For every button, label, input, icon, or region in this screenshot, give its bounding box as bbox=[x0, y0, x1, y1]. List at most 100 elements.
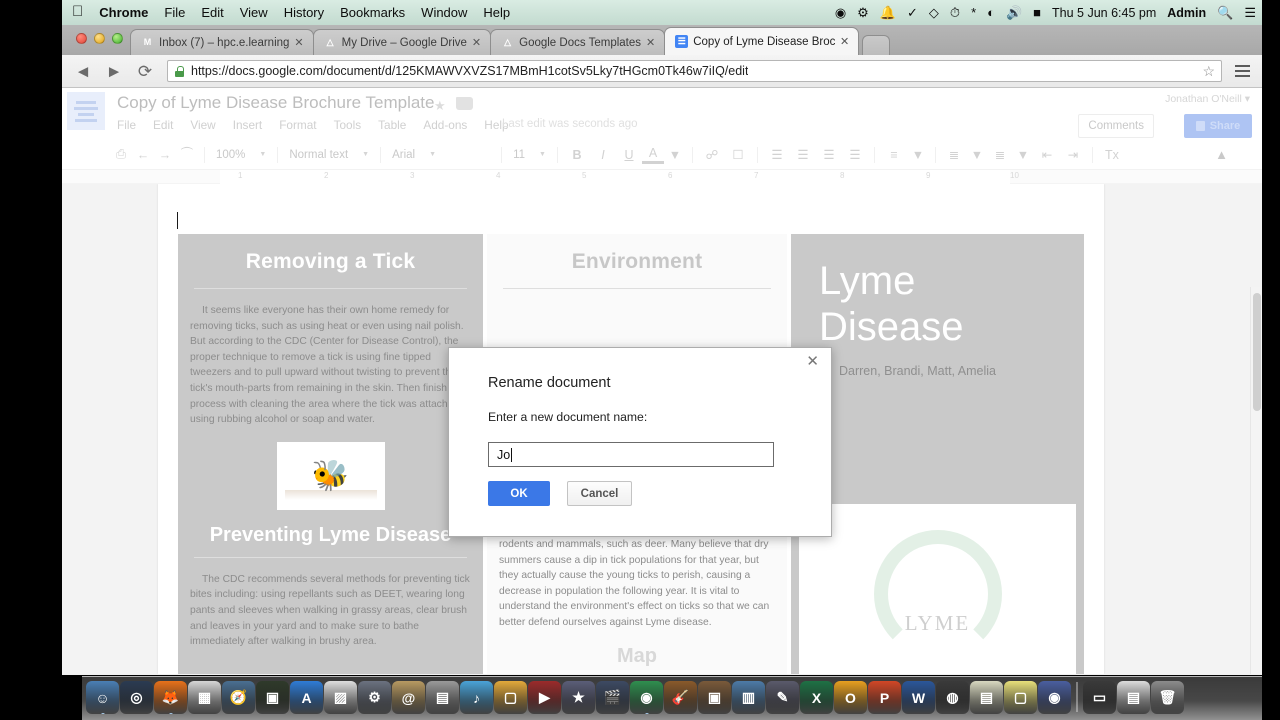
docs-menu-addons[interactable]: Add-ons bbox=[423, 118, 467, 132]
dock-icon-terminal[interactable]: ▣ bbox=[256, 681, 289, 714]
folder-icon[interactable] bbox=[456, 97, 473, 110]
chevron-down-icon[interactable]: ▼ bbox=[1012, 144, 1034, 166]
menubar-clock[interactable]: Thu 5 Jun 6:45 pm bbox=[1052, 6, 1156, 20]
dock-icon-sketch[interactable]: ✎ bbox=[766, 681, 799, 714]
dock-icon-dashboard[interactable]: ◎ bbox=[120, 681, 153, 714]
dock-icon-finder[interactable]: ☺ bbox=[86, 681, 119, 714]
dock-icon-keynote[interactable]: ▥ bbox=[732, 681, 765, 714]
align-left-icon[interactable]: ☰ bbox=[764, 144, 790, 166]
chrome-menu-icon[interactable] bbox=[1235, 65, 1250, 77]
menu-bookmarks[interactable]: Bookmarks bbox=[340, 5, 405, 20]
back-button[interactable]: ◄ bbox=[74, 63, 92, 80]
docs-menu-view[interactable]: View bbox=[190, 118, 215, 132]
scrollbar-thumb[interactable] bbox=[1253, 293, 1261, 411]
dropbox-icon[interactable]: ◇ bbox=[929, 6, 939, 19]
dock-icon-trash[interactable]: 🗑 bbox=[1151, 681, 1184, 714]
font-select[interactable]: Arial ▼ bbox=[387, 149, 495, 161]
tab-my-drive[interactable]: △ My Drive – Google Drive ✕ bbox=[312, 29, 492, 55]
increase-indent-icon[interactable]: ⇥ bbox=[1060, 144, 1086, 166]
bell-icon[interactable]: 🔔 bbox=[880, 6, 896, 19]
docs-menu-table[interactable]: Table bbox=[378, 118, 406, 132]
docs-menu-insert[interactable]: Insert bbox=[233, 118, 263, 132]
dock-icon-word[interactable]: W bbox=[902, 681, 935, 714]
docs-menu-file[interactable]: File bbox=[117, 118, 136, 132]
menu-edit[interactable]: Edit bbox=[201, 5, 223, 20]
menu-history[interactable]: History bbox=[284, 5, 324, 20]
chevron-down-icon[interactable]: ▼ bbox=[664, 144, 686, 166]
line-spacing-icon[interactable]: ≡ bbox=[881, 144, 907, 166]
align-center-icon[interactable]: ☰ bbox=[790, 144, 816, 166]
dock-icon-address-book[interactable]: @ bbox=[392, 681, 425, 714]
timemachine-icon[interactable]: ⏱ bbox=[950, 6, 960, 19]
dock-icon-calculator[interactable]: ▤ bbox=[426, 681, 459, 714]
dock-icon-imovie[interactable]: ★ bbox=[562, 681, 595, 714]
new-tab-button[interactable] bbox=[862, 35, 891, 55]
dock-icon-photo-booth[interactable]: ▣ bbox=[698, 681, 731, 714]
dock-icon-launchpad[interactable]: ▦ bbox=[188, 681, 221, 714]
dock-icon-safari[interactable]: 🧭 bbox=[222, 681, 255, 714]
paint-format-icon[interactable]: ⏜ bbox=[176, 144, 198, 166]
tab-close-icon[interactable]: ✕ bbox=[840, 35, 849, 48]
menu-chrome[interactable]: Chrome bbox=[99, 5, 148, 20]
checkmark-icon[interactable]: ✓ bbox=[907, 6, 918, 19]
menubar-user[interactable]: Admin bbox=[1167, 6, 1206, 20]
tab-inbox[interactable]: M Inbox (7) – hpc.e.learning ✕ bbox=[130, 29, 314, 55]
volume-icon[interactable]: 🔊 bbox=[1006, 6, 1022, 19]
cancel-button[interactable]: Cancel bbox=[567, 481, 632, 506]
tab-copy-of-lyme-disease-brochure[interactable]: ☰ Copy of Lyme Disease Broc ✕ bbox=[664, 27, 860, 55]
dock-icon-stickies[interactable]: ▢ bbox=[1004, 681, 1037, 714]
search-icon[interactable]: 🔍 bbox=[1217, 6, 1233, 19]
ok-button[interactable]: OK bbox=[488, 481, 550, 506]
underline-button[interactable]: U bbox=[616, 144, 642, 166]
battery-icon[interactable]: ■ bbox=[1033, 6, 1041, 19]
reload-button[interactable]: ⟳ bbox=[136, 63, 154, 80]
align-right-icon[interactable]: ☰ bbox=[816, 144, 842, 166]
font-size-select[interactable]: 11 ▼ bbox=[508, 149, 551, 161]
window-profile-icon[interactable] bbox=[1224, 28, 1250, 52]
dock-icon-aperture[interactable]: ◉ bbox=[1038, 681, 1071, 714]
dock-icon-firefox[interactable]: 🦊 bbox=[154, 681, 187, 714]
numbered-list-icon[interactable]: ≣ bbox=[942, 144, 966, 166]
docs-menu-format[interactable]: Format bbox=[279, 118, 316, 132]
dock-icon-final-cut[interactable]: 🎬 bbox=[596, 681, 629, 714]
forward-button[interactable]: ► bbox=[105, 63, 123, 80]
bulleted-list-icon[interactable]: ≣ bbox=[988, 144, 1012, 166]
dock-icon-garageband[interactable]: 🎸 bbox=[664, 681, 697, 714]
zoom-select[interactable]: 100% ▼ bbox=[211, 149, 271, 161]
last-edit-status[interactable]: Last edit was seconds ago bbox=[502, 118, 638, 130]
address-bar[interactable]: https://docs.google.com/document/d/125KM… bbox=[167, 60, 1222, 82]
dock-icon-itunes[interactable]: ♪ bbox=[460, 681, 493, 714]
dock-icon-downloads-stack[interactable]: ▤ bbox=[1117, 681, 1150, 714]
dock-icon-excel[interactable]: X bbox=[800, 681, 833, 714]
dock-icon-preview[interactable]: ▨ bbox=[324, 681, 357, 714]
tab-close-icon[interactable]: ✕ bbox=[646, 36, 655, 49]
italic-button[interactable]: I bbox=[590, 144, 616, 166]
docs-menu-tools[interactable]: Tools bbox=[334, 118, 362, 132]
chevron-down-icon[interactable]: ▼ bbox=[907, 144, 929, 166]
share-button[interactable]: Share bbox=[1184, 114, 1252, 138]
gear-shield-icon[interactable]: ⚙ bbox=[857, 6, 869, 19]
insert-link-icon[interactable]: ☍ bbox=[699, 144, 725, 166]
docs-logo-icon[interactable] bbox=[67, 92, 105, 130]
undo-icon[interactable]: ← bbox=[132, 144, 154, 166]
paragraph-style-select[interactable]: Normal text ▼ bbox=[284, 149, 374, 161]
bookmark-star-icon[interactable]: ☆ bbox=[1202, 63, 1215, 80]
tab-google-docs-templates[interactable]: △ Google Docs Templates ✕ bbox=[490, 29, 666, 55]
decrease-indent-icon[interactable]: ⇤ bbox=[1034, 144, 1060, 166]
dock-icon-chrome[interactable]: ◉ bbox=[630, 681, 663, 714]
close-window-button[interactable] bbox=[76, 33, 87, 44]
document-title[interactable]: Copy of Lyme Disease Brochure Template bbox=[117, 93, 435, 113]
bold-button[interactable]: B bbox=[564, 144, 590, 166]
maximize-window-button[interactable] bbox=[112, 33, 123, 44]
print-icon[interactable]: ⎙ bbox=[110, 144, 132, 166]
record-icon[interactable]: ◉ bbox=[835, 6, 846, 19]
dock-icon-outlook[interactable]: O bbox=[834, 681, 867, 714]
dock-icon-system-preferences[interactable]: ⚙ bbox=[358, 681, 391, 714]
redo-icon[interactable]: → bbox=[154, 144, 176, 166]
dock-icon-powerpoint[interactable]: P bbox=[868, 681, 901, 714]
document-name-input[interactable]: Jo bbox=[488, 442, 774, 467]
menu-file[interactable]: File bbox=[164, 5, 185, 20]
comments-button[interactable]: Comments bbox=[1078, 114, 1154, 138]
wifi-icon[interactable]: ◐ bbox=[987, 6, 995, 19]
star-icon[interactable]: ★ bbox=[434, 98, 446, 114]
